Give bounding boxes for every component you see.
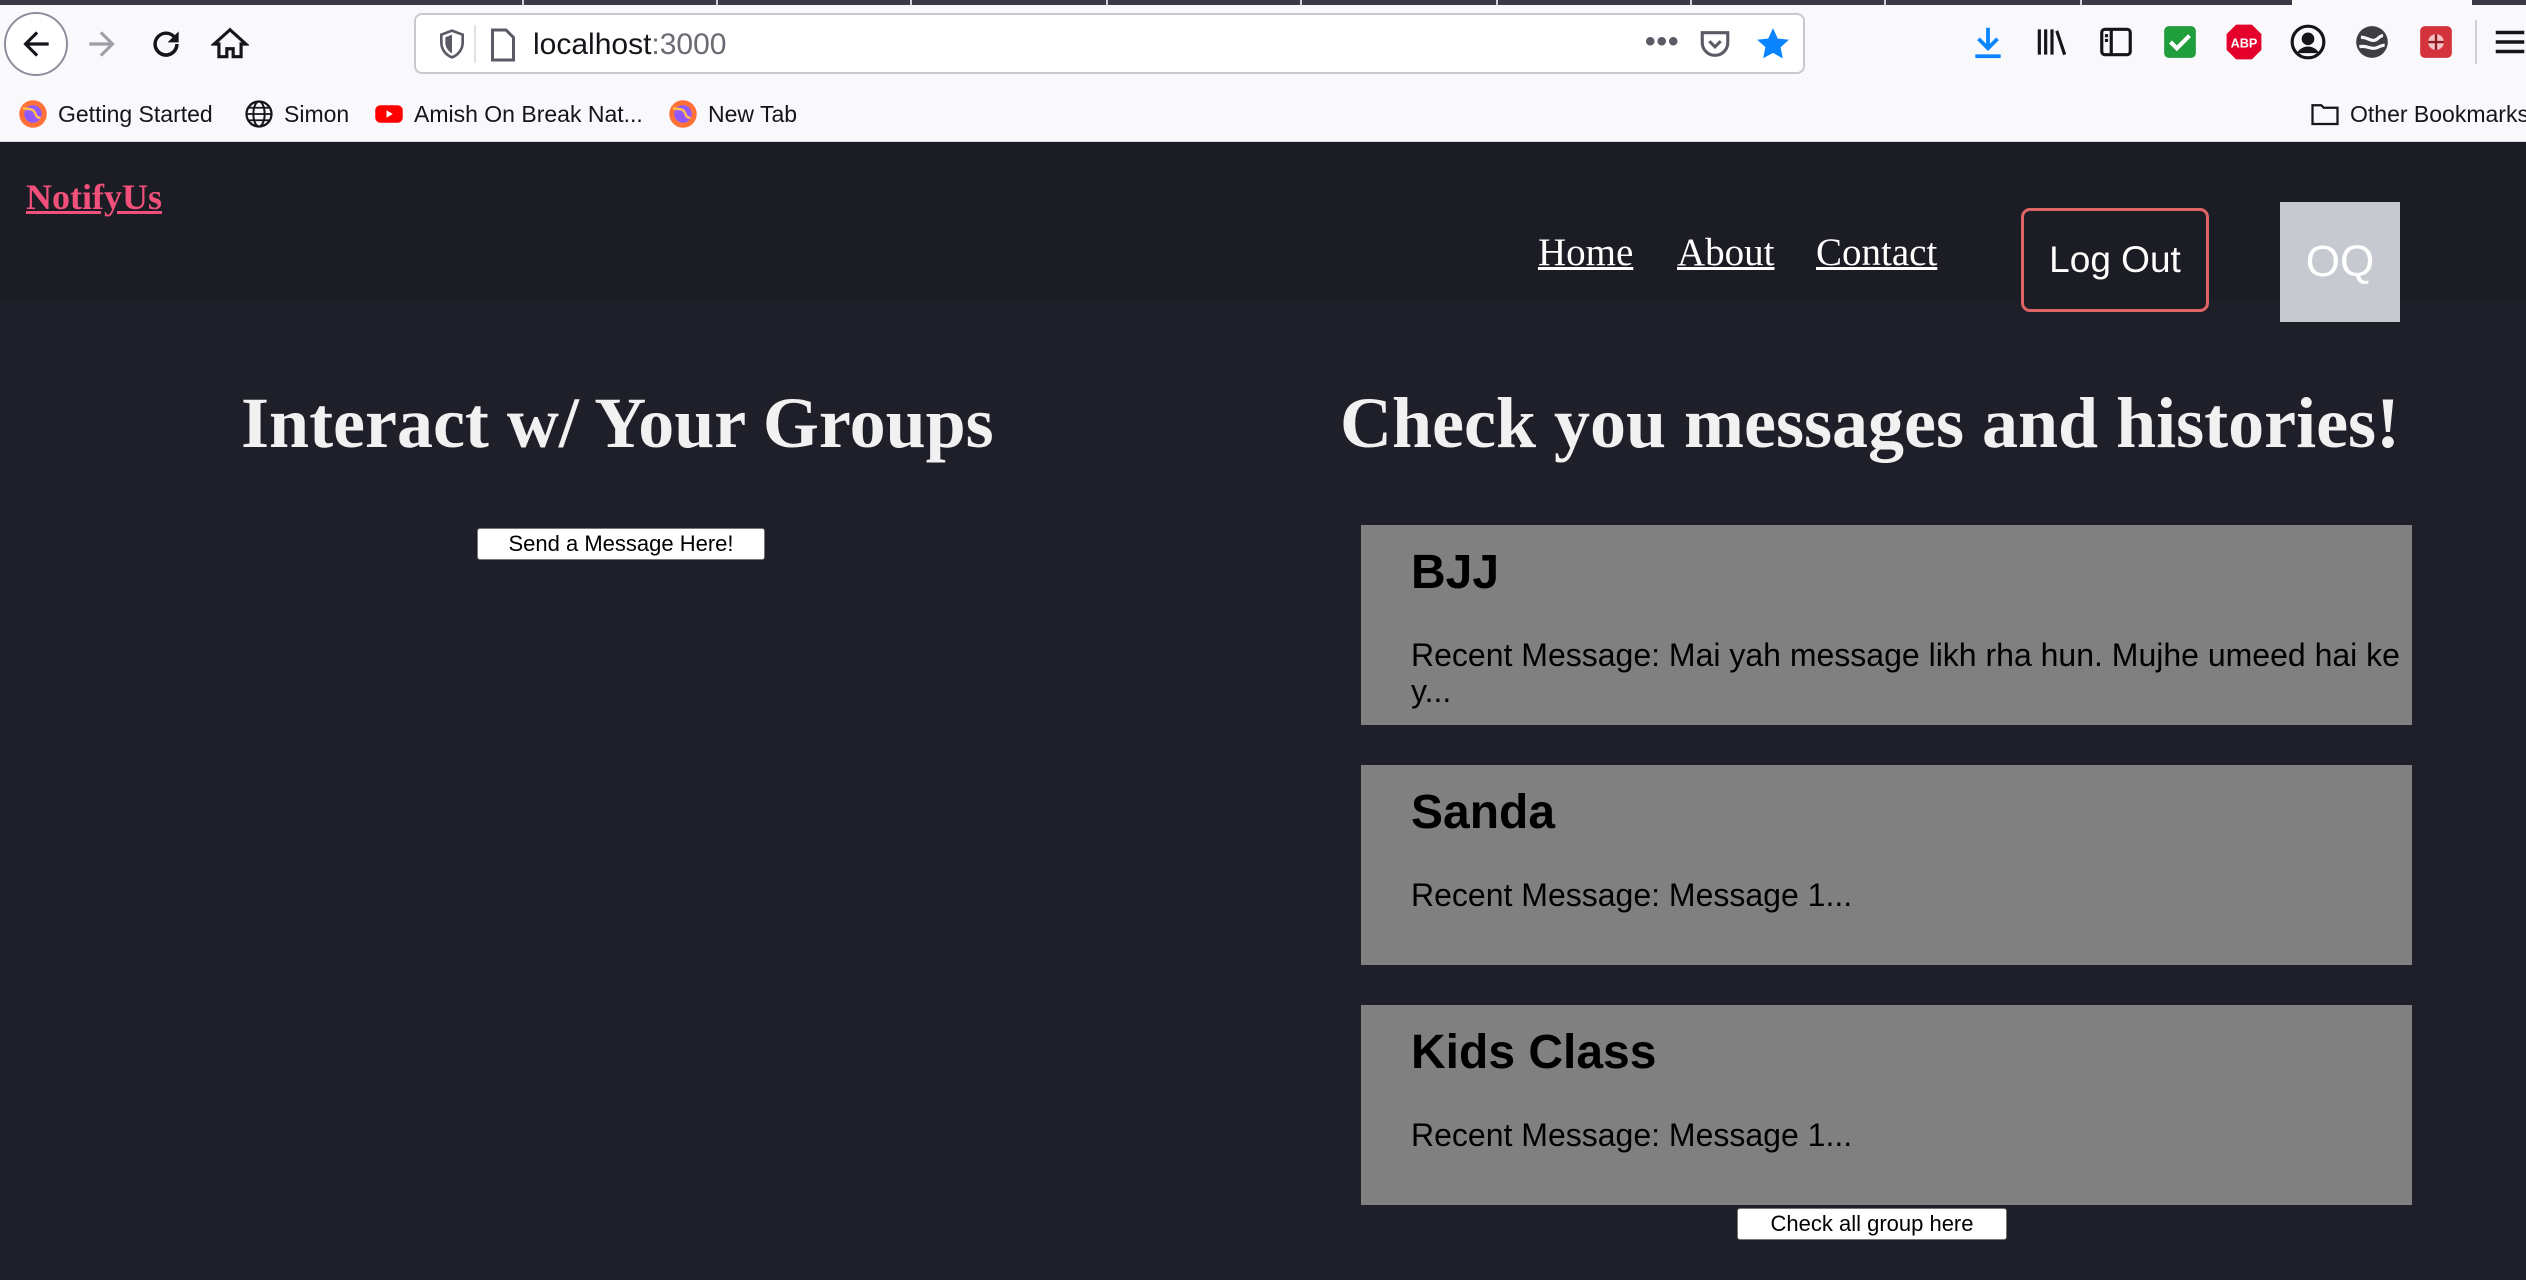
group-name: Sanda [1411, 786, 1556, 839]
group-card[interactable]: Sanda Recent Message: Message 1... [1361, 765, 2412, 965]
group-recent-message: Recent Message: Message 1... [1411, 1117, 1853, 1153]
bookmark-star-icon[interactable] [1754, 25, 1792, 63]
shield-icon[interactable] [436, 28, 468, 60]
reload-icon [153, 31, 179, 57]
browser-toolbar: localhost:3000 ••• ABP Getting Started S… [0, 0, 2526, 142]
adblock-plus-button[interactable]: ABP [2224, 22, 2264, 62]
group-name: BJJ [1411, 546, 1500, 599]
messages-heading: Check you messages and histories! [1340, 383, 2401, 463]
sidebar-icon [2100, 27, 2132, 57]
bookmark-simon[interactable]: Simon [244, 94, 349, 134]
group-card[interactable]: Kids Class Recent Message: Message 1... [1361, 1005, 2412, 1205]
bookmark-label: Simon [284, 100, 350, 127]
globe-dark-icon [2356, 26, 2388, 58]
account-icon [2290, 24, 2326, 60]
tab-strip [0, 0, 2526, 5]
bookmark-getting-started[interactable]: Getting Started [18, 94, 213, 134]
download-icon [1975, 27, 2001, 59]
address-separator [474, 25, 476, 63]
avatar[interactable]: OQ [2280, 202, 2400, 322]
checkmark-extension-button[interactable] [2160, 22, 2200, 62]
globe-icon [244, 99, 274, 129]
group-recent-message: Recent Message: Mai yah message likh rha… [1411, 637, 2400, 709]
abp-icon: ABP [2226, 24, 2262, 60]
nav-contact-link[interactable]: Contact [1816, 230, 1937, 275]
account-button[interactable] [2288, 22, 2328, 62]
library-button[interactable] [2032, 22, 2072, 62]
page-actions-menu[interactable]: ••• [1645, 25, 1680, 59]
firefox-icon [668, 99, 698, 129]
bookmark-new-tab[interactable]: New Tab [668, 94, 797, 134]
pocket-icon[interactable] [1698, 27, 1732, 61]
url-text[interactable]: localhost:3000 [533, 25, 726, 65]
groups-heading: Interact w/ Your Groups [241, 383, 994, 463]
youtube-icon [374, 99, 404, 129]
address-bar[interactable]: localhost:3000 ••• [414, 13, 1805, 74]
app-header: NotifyUs Home About Contact Log Out OQ [0, 142, 2526, 322]
other-bookmarks[interactable]: Other Bookmarks [2310, 94, 2526, 134]
reload-button[interactable] [134, 12, 198, 76]
arrow-right-icon [89, 31, 115, 57]
menu-button[interactable] [2490, 22, 2526, 62]
back-button[interactable] [4, 12, 68, 76]
page-icon [491, 28, 515, 62]
group-name: Kids Class [1411, 1026, 1657, 1079]
nav-about-link[interactable]: About [1677, 230, 1775, 275]
sidebar-button[interactable] [2096, 22, 2136, 62]
bookmark-label: New Tab [708, 100, 798, 127]
nav-home-link[interactable]: Home [1538, 230, 1633, 275]
svg-text:ABP: ABP [2231, 37, 2258, 51]
group-recent-message: Recent Message: Message 1... [1411, 877, 1853, 913]
bookmark-label: Getting Started [58, 100, 213, 127]
brand-logo-link[interactable]: NotifyUs [26, 176, 162, 218]
home-icon [211, 27, 249, 59]
extension-button[interactable] [2416, 22, 2456, 62]
toolbar-divider [2475, 20, 2477, 64]
group-card[interactable]: BJJ Recent Message: Mai yah message likh… [1361, 525, 2412, 725]
bookmark-label: Amish On Break Nat... [414, 100, 643, 127]
firefox-icon [18, 99, 48, 129]
puzzle-extension-icon [2420, 26, 2452, 58]
bookmarks-toolbar: Getting Started Simon Amish On Break Nat… [0, 90, 2526, 142]
other-bookmarks-label: Other Bookmarks [2350, 100, 2526, 127]
forward-button[interactable] [70, 12, 134, 76]
logout-button[interactable]: Log Out [2021, 208, 2209, 312]
downloads-button[interactable] [1968, 22, 2008, 62]
check-all-groups-button[interactable]: Check all group here [1737, 1208, 2007, 1240]
green-check-icon [2164, 26, 2196, 58]
hamburger-menu-icon [2495, 30, 2525, 54]
send-message-button[interactable]: Send a Message Here! [477, 528, 765, 560]
vpn-extension-button[interactable] [2352, 22, 2392, 62]
folder-icon [2310, 99, 2340, 129]
app-page: NotifyUs Home About Contact Log Out OQ I… [0, 142, 2526, 1280]
arrow-left-icon [23, 31, 49, 57]
home-button[interactable] [198, 12, 262, 76]
library-icon [2037, 29, 2067, 56]
bookmark-amish-on-break[interactable]: Amish On Break Nat... [374, 94, 643, 134]
